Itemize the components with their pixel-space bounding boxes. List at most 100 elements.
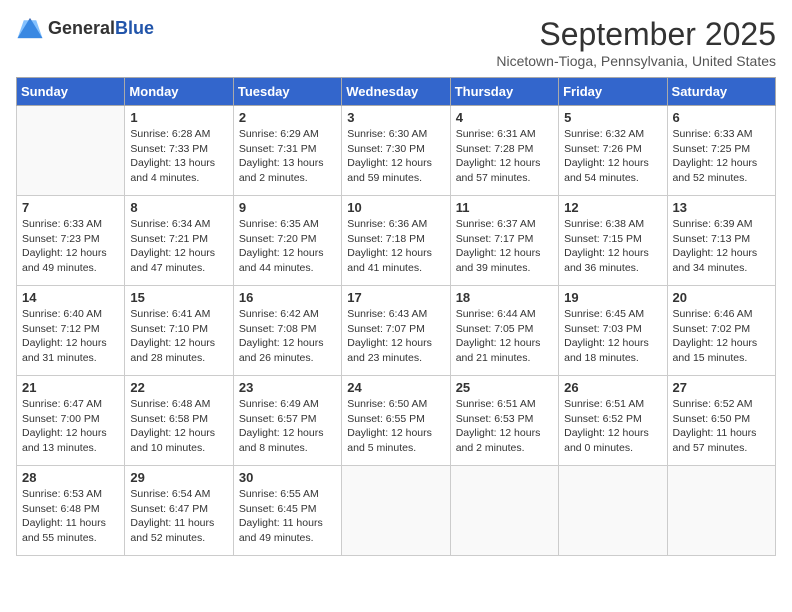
calendar-cell: 6 Sunrise: 6:33 AM Sunset: 7:25 PM Daylig… xyxy=(667,106,775,196)
calendar-cell: 23Sunrise: 6:49 AM Sunset: 6:57 PM Dayli… xyxy=(233,376,341,466)
day-info: Sunrise: 6:53 AM Sunset: 6:48 PM Dayligh… xyxy=(22,487,119,546)
calendar-cell: 15 Sunrise: 6:41 AM Sunset: 7:10 PM Dayli… xyxy=(125,286,233,376)
day-info: Sunrise: 6:34 AM Sunset: 7:21 PM Dayligh… xyxy=(130,217,227,276)
calendar-cell xyxy=(17,106,125,196)
day-info: Sunrise: 6:51 AM Sunset: 6:52 PM Dayligh… xyxy=(564,397,661,456)
calendar-cell: 30Sunrise: 6:55 AM Sunset: 6:45 PM Dayli… xyxy=(233,466,341,556)
day-number: 7 xyxy=(22,200,119,215)
logo-icon xyxy=(16,16,44,40)
calendar-cell: 13 Sunrise: 6:39 AM Sunset: 7:13 PM Dayli… xyxy=(667,196,775,286)
day-info: Sunrise: 6:52 AM Sunset: 6:50 PM Dayligh… xyxy=(673,397,770,456)
calendar-cell: 28 Sunrise: 6:53 AM Sunset: 6:48 PM Dayli… xyxy=(17,466,125,556)
calendar-cell xyxy=(559,466,667,556)
day-number: 15 xyxy=(130,290,227,305)
calendar-cell xyxy=(450,466,558,556)
day-info: Sunrise: 6:39 AM Sunset: 7:13 PM Dayligh… xyxy=(673,217,770,276)
day-number: 22 xyxy=(130,380,227,395)
calendar-cell: 4 Sunrise: 6:31 AM Sunset: 7:28 PM Daylig… xyxy=(450,106,558,196)
day-info: Sunrise: 6:43 AM Sunset: 7:07 PM Dayligh… xyxy=(347,307,444,366)
day-info: Sunrise: 6:33 AM Sunset: 7:25 PM Dayligh… xyxy=(673,127,770,186)
logo-general: General xyxy=(48,18,115,38)
calendar-header-row: SundayMondayTuesdayWednesdayThursdayFrid… xyxy=(17,78,776,106)
calendar-week-5: 28 Sunrise: 6:53 AM Sunset: 6:48 PM Dayli… xyxy=(17,466,776,556)
day-info: Sunrise: 6:32 AM Sunset: 7:26 PM Dayligh… xyxy=(564,127,661,186)
day-number: 11 xyxy=(456,200,553,215)
day-number: 26 xyxy=(564,380,661,395)
day-number: 3 xyxy=(347,110,444,125)
day-number: 9 xyxy=(239,200,336,215)
day-info: Sunrise: 6:50 AM Sunset: 6:55 PM Dayligh… xyxy=(347,397,444,456)
calendar-cell: 16 Sunrise: 6:42 AM Sunset: 7:08 PM Dayli… xyxy=(233,286,341,376)
day-info: Sunrise: 6:48 AM Sunset: 6:58 PM Dayligh… xyxy=(130,397,227,456)
column-header-friday: Friday xyxy=(559,78,667,106)
calendar-cell: 2Sunrise: 6:29 AM Sunset: 7:31 PM Daylig… xyxy=(233,106,341,196)
logo-blue: Blue xyxy=(115,18,154,38)
day-info: Sunrise: 6:54 AM Sunset: 6:47 PM Dayligh… xyxy=(130,487,227,546)
calendar-cell: 27 Sunrise: 6:52 AM Sunset: 6:50 PM Dayli… xyxy=(667,376,775,466)
day-info: Sunrise: 6:47 AM Sunset: 7:00 PM Dayligh… xyxy=(22,397,119,456)
calendar-cell: 10 Sunrise: 6:36 AM Sunset: 7:18 PM Dayli… xyxy=(342,196,450,286)
column-header-monday: Monday xyxy=(125,78,233,106)
day-info: Sunrise: 6:44 AM Sunset: 7:05 PM Dayligh… xyxy=(456,307,553,366)
calendar-cell: 8 Sunrise: 6:34 AM Sunset: 7:21 PM Daylig… xyxy=(125,196,233,286)
day-number: 4 xyxy=(456,110,553,125)
calendar-week-4: 21 Sunrise: 6:47 AM Sunset: 7:00 PM Dayli… xyxy=(17,376,776,466)
calendar-cell: 17 Sunrise: 6:43 AM Sunset: 7:07 PM Dayli… xyxy=(342,286,450,376)
column-header-thursday: Thursday xyxy=(450,78,558,106)
column-header-saturday: Saturday xyxy=(667,78,775,106)
day-number: 1 xyxy=(130,110,227,125)
day-number: 21 xyxy=(22,380,119,395)
day-info: Sunrise: 6:38 AM Sunset: 7:15 PM Dayligh… xyxy=(564,217,661,276)
day-number: 19 xyxy=(564,290,661,305)
page-header: GeneralBlue September 2025 Nicetown-Tiog… xyxy=(16,16,776,69)
logo-text: GeneralBlue xyxy=(48,18,154,39)
day-number: 6 xyxy=(673,110,770,125)
day-info: Sunrise: 6:28 AM Sunset: 7:33 PM Dayligh… xyxy=(130,127,227,186)
day-number: 28 xyxy=(22,470,119,485)
calendar-cell: 1 Sunrise: 6:28 AM Sunset: 7:33 PM Daylig… xyxy=(125,106,233,196)
calendar-cell: 14Sunrise: 6:40 AM Sunset: 7:12 PM Dayli… xyxy=(17,286,125,376)
calendar-cell xyxy=(667,466,775,556)
day-info: Sunrise: 6:45 AM Sunset: 7:03 PM Dayligh… xyxy=(564,307,661,366)
column-header-sunday: Sunday xyxy=(17,78,125,106)
day-number: 16 xyxy=(239,290,336,305)
calendar-cell: 20 Sunrise: 6:46 AM Sunset: 7:02 PM Dayli… xyxy=(667,286,775,376)
day-number: 8 xyxy=(130,200,227,215)
day-info: Sunrise: 6:36 AM Sunset: 7:18 PM Dayligh… xyxy=(347,217,444,276)
calendar-cell: 7 Sunrise: 6:33 AM Sunset: 7:23 PM Daylig… xyxy=(17,196,125,286)
day-number: 29 xyxy=(130,470,227,485)
day-info: Sunrise: 6:46 AM Sunset: 7:02 PM Dayligh… xyxy=(673,307,770,366)
day-number: 18 xyxy=(456,290,553,305)
column-header-tuesday: Tuesday xyxy=(233,78,341,106)
day-info: Sunrise: 6:37 AM Sunset: 7:17 PM Dayligh… xyxy=(456,217,553,276)
calendar-table: SundayMondayTuesdayWednesdayThursdayFrid… xyxy=(16,77,776,556)
day-number: 14 xyxy=(22,290,119,305)
day-number: 10 xyxy=(347,200,444,215)
calendar-cell: 29 Sunrise: 6:54 AM Sunset: 6:47 PM Dayli… xyxy=(125,466,233,556)
day-info: Sunrise: 6:41 AM Sunset: 7:10 PM Dayligh… xyxy=(130,307,227,366)
calendar-cell: 3 Sunrise: 6:30 AM Sunset: 7:30 PM Daylig… xyxy=(342,106,450,196)
day-info: Sunrise: 6:33 AM Sunset: 7:23 PM Dayligh… xyxy=(22,217,119,276)
day-info: Sunrise: 6:31 AM Sunset: 7:28 PM Dayligh… xyxy=(456,127,553,186)
day-number: 30 xyxy=(239,470,336,485)
calendar-cell: 5 Sunrise: 6:32 AM Sunset: 7:26 PM Daylig… xyxy=(559,106,667,196)
calendar-cell: 24 Sunrise: 6:50 AM Sunset: 6:55 PM Dayli… xyxy=(342,376,450,466)
logo: GeneralBlue xyxy=(16,16,154,40)
calendar-cell: 21 Sunrise: 6:47 AM Sunset: 7:00 PM Dayli… xyxy=(17,376,125,466)
day-info: Sunrise: 6:30 AM Sunset: 7:30 PM Dayligh… xyxy=(347,127,444,186)
day-number: 20 xyxy=(673,290,770,305)
calendar-cell: 26 Sunrise: 6:51 AM Sunset: 6:52 PM Dayli… xyxy=(559,376,667,466)
day-number: 13 xyxy=(673,200,770,215)
calendar-cell: 9 Sunrise: 6:35 AM Sunset: 7:20 PM Daylig… xyxy=(233,196,341,286)
day-number: 25 xyxy=(456,380,553,395)
day-number: 17 xyxy=(347,290,444,305)
calendar-cell: 12Sunrise: 6:38 AM Sunset: 7:15 PM Dayli… xyxy=(559,196,667,286)
day-info: Sunrise: 6:42 AM Sunset: 7:08 PM Dayligh… xyxy=(239,307,336,366)
day-number: 5 xyxy=(564,110,661,125)
day-number: 27 xyxy=(673,380,770,395)
title-block: September 2025 Nicetown-Tioga, Pennsylva… xyxy=(496,16,776,69)
day-number: 24 xyxy=(347,380,444,395)
day-number: 23 xyxy=(239,380,336,395)
calendar-week-1: 1 Sunrise: 6:28 AM Sunset: 7:33 PM Daylig… xyxy=(17,106,776,196)
day-info: Sunrise: 6:35 AM Sunset: 7:20 PM Dayligh… xyxy=(239,217,336,276)
